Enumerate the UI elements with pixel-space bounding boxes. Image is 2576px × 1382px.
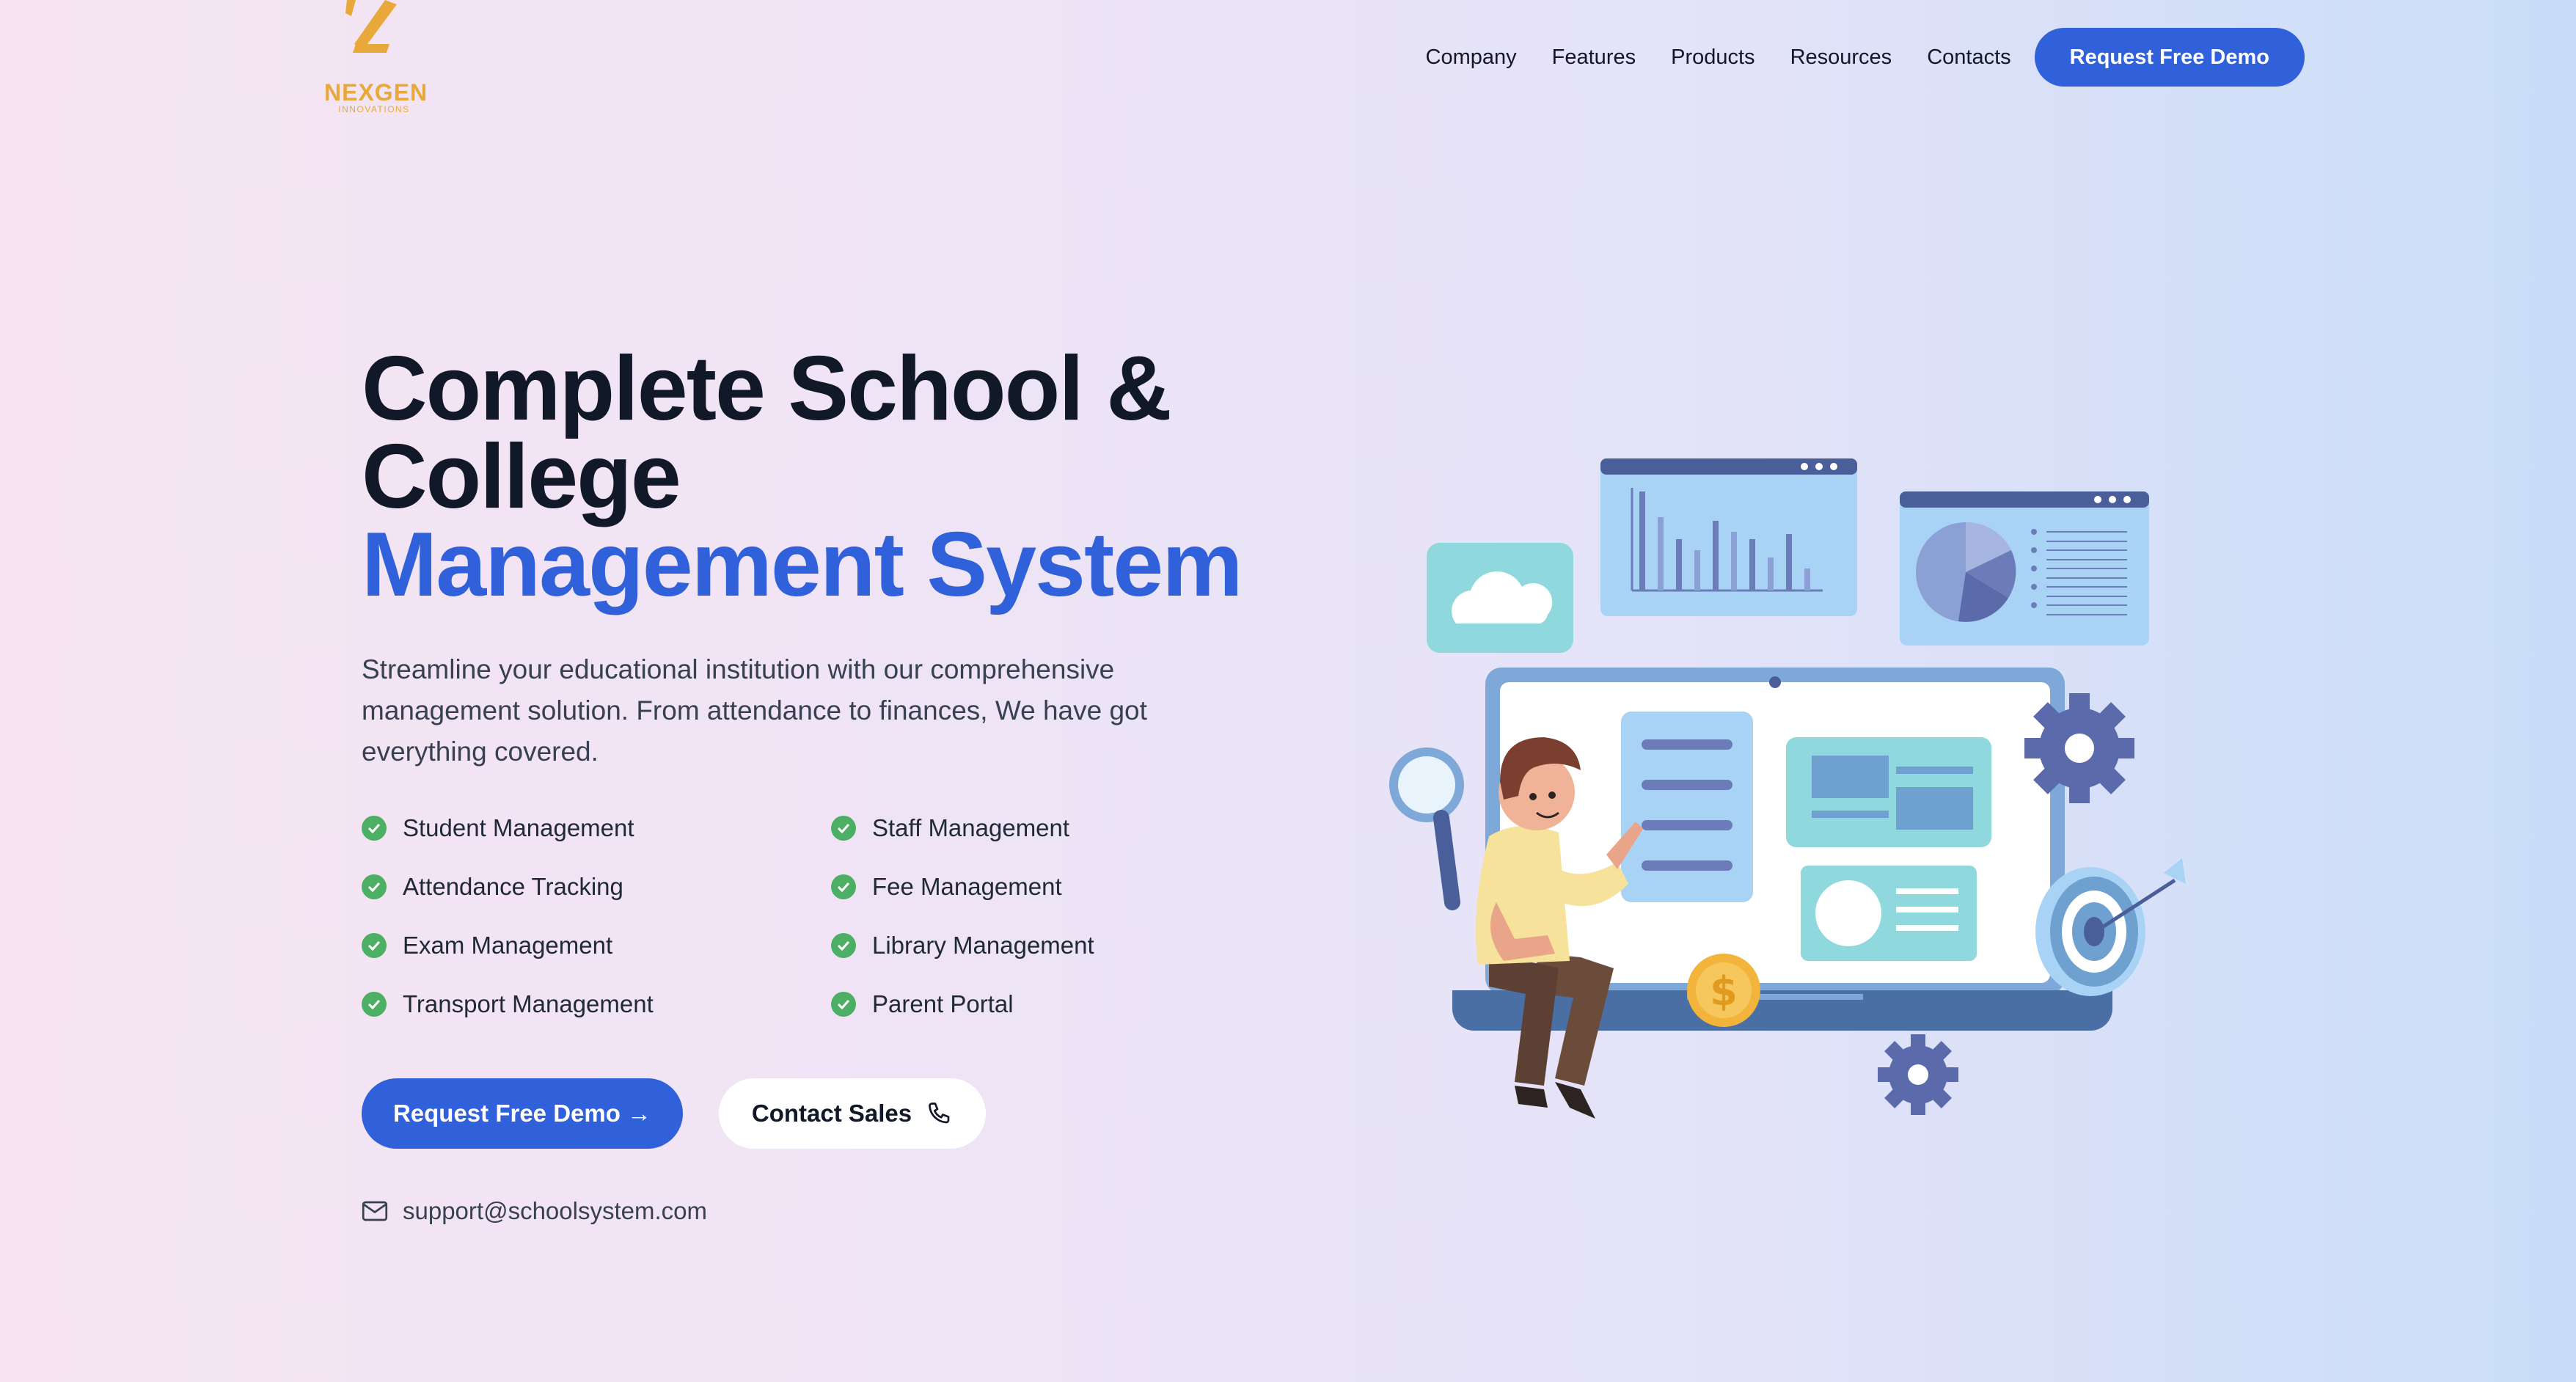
feature-item: Library Management bbox=[831, 932, 1242, 959]
feature-item: Staff Management bbox=[831, 814, 1242, 842]
hero-title: Complete School & College Management Sys… bbox=[362, 338, 1352, 615]
bar-chart-window-icon bbox=[1600, 458, 1857, 616]
nav-link-contacts[interactable]: Contacts bbox=[1927, 45, 2010, 70]
nav-link-products[interactable]: Products bbox=[1671, 45, 1754, 70]
hero-title-line1: Complete School & bbox=[362, 338, 1172, 439]
brand-name: NEXGEN bbox=[324, 79, 428, 106]
svg-text:$: $ bbox=[1710, 968, 1738, 1014]
feature-item: Parent Portal bbox=[831, 990, 1242, 1018]
nav-link-resources[interactable]: Resources bbox=[1790, 45, 1892, 70]
pie-chart-window-icon bbox=[1900, 491, 2149, 646]
feature-label: Attendance Tracking bbox=[403, 873, 623, 900]
feature-label: Parent Portal bbox=[872, 990, 1014, 1017]
top-nav: Company Features Products Resources Cont… bbox=[1426, 28, 2305, 87]
feature-label: Library Management bbox=[872, 932, 1094, 959]
hero-illustration: $ bbox=[1389, 458, 2186, 1119]
gear-icon bbox=[1878, 1034, 1958, 1115]
check-circle-icon bbox=[831, 933, 856, 958]
support-email-text: support@schoolsystem.com bbox=[403, 1197, 707, 1224]
feature-list: Student Management Staff Management Atte… bbox=[362, 814, 1242, 1018]
magnifier-icon bbox=[1389, 747, 1464, 910]
coin-icon: $ bbox=[1687, 954, 1760, 1027]
mail-icon bbox=[362, 1201, 388, 1221]
brand-tagline: INNOVATIONS bbox=[338, 104, 410, 114]
feature-label: Exam Management bbox=[403, 932, 613, 959]
phone-icon bbox=[929, 1103, 950, 1124]
nav-request-demo-button[interactable]: Request Free Demo bbox=[2034, 28, 2305, 87]
request-demo-button[interactable]: Request Free Demo → bbox=[362, 1078, 683, 1149]
hero-title-line2: College bbox=[362, 426, 681, 527]
feature-label: Student Management bbox=[403, 814, 634, 841]
feature-label: Staff Management bbox=[872, 814, 1070, 841]
brand-logo[interactable]: NEXGEN INNOVATIONS bbox=[315, 0, 433, 121]
nav-link-company[interactable]: Company bbox=[1426, 45, 1517, 70]
feature-label: Fee Management bbox=[872, 873, 1062, 900]
check-circle-icon bbox=[362, 992, 387, 1017]
feature-item: Transport Management bbox=[362, 990, 831, 1018]
cloud-card-icon bbox=[1427, 543, 1573, 653]
hero-title-accent: Management System bbox=[362, 514, 1243, 615]
support-email[interactable]: support@schoolsystem.com bbox=[362, 1197, 707, 1225]
check-circle-icon bbox=[362, 874, 387, 899]
logo-mark-icon bbox=[345, 0, 397, 53]
contact-sales-label: Contact Sales bbox=[751, 1100, 912, 1127]
feature-item: Student Management bbox=[362, 814, 831, 842]
check-circle-icon bbox=[362, 933, 387, 958]
gear-icon bbox=[2024, 693, 2134, 803]
feature-item: Fee Management bbox=[831, 873, 1242, 901]
hero-subtitle: Streamline your educational institution … bbox=[362, 654, 1147, 767]
feature-item: Attendance Tracking bbox=[362, 873, 831, 901]
check-circle-icon bbox=[831, 992, 856, 1017]
contact-sales-button[interactable]: Contact Sales bbox=[719, 1078, 986, 1149]
nav-link-features[interactable]: Features bbox=[1552, 45, 1636, 70]
check-circle-icon bbox=[831, 874, 856, 899]
check-circle-icon bbox=[362, 816, 387, 841]
feature-label: Transport Management bbox=[403, 990, 654, 1017]
feature-item: Exam Management bbox=[362, 932, 831, 959]
check-circle-icon bbox=[831, 816, 856, 841]
